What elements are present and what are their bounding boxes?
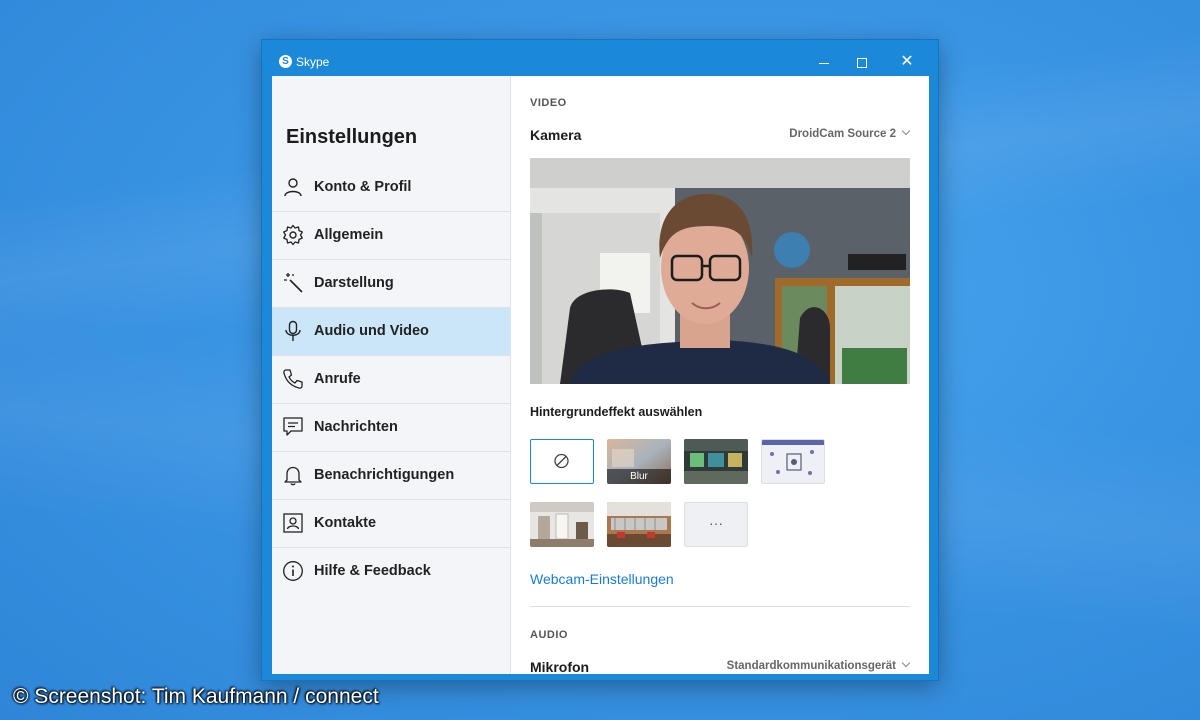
close-button[interactable]: ✕ — [887, 50, 927, 74]
sidebar-item-label: Anrufe — [314, 371, 361, 387]
camera-label: Kamera — [530, 127, 582, 143]
magic-wand-icon — [284, 273, 303, 293]
maximize-icon — [857, 58, 867, 69]
webcam-settings-link[interactable]: Webcam-Einstellungen — [530, 571, 674, 587]
effect-image-hall[interactable] — [530, 502, 594, 547]
more-effects-button[interactable]: ··· — [684, 502, 748, 547]
skype-window: S Skype ✕ Einstellungen Konto & Profil A… — [262, 40, 938, 680]
microphone-label: Mikrofon — [530, 659, 590, 674]
skype-logo-icon: S — [279, 55, 292, 68]
sidebar-item-konto[interactable]: Konto & Profil — [272, 164, 510, 212]
chevron-down-icon — [901, 126, 911, 136]
phone-icon — [283, 369, 303, 389]
sidebar-item-label: Audio und Video — [314, 323, 429, 339]
effect-image-office[interactable] — [684, 439, 748, 484]
chevron-down-icon — [901, 658, 911, 668]
video-section-heading: VIDEO — [530, 97, 567, 109]
background-effect-heading: Hintergrundeffekt auswählen — [530, 405, 703, 419]
maximize-button[interactable] — [842, 50, 882, 74]
effect-image-cafe[interactable] — [607, 502, 671, 547]
minimize-icon — [819, 62, 829, 64]
camera-select[interactable]: DroidCam Source 2 — [789, 126, 911, 140]
title-bar: S Skype ✕ — [262, 40, 938, 76]
effect-image-pattern[interactable] — [761, 439, 825, 484]
window-title: Skype — [296, 55, 330, 69]
camera-preview — [530, 158, 910, 384]
sidebar-item-label: Hilfe & Feedback — [314, 563, 431, 579]
pattern-thumbnail — [762, 440, 824, 483]
sidebar-item-label: Nachrichten — [314, 419, 398, 435]
page-title: Einstellungen — [286, 126, 418, 148]
hall-thumbnail — [530, 502, 594, 547]
minimize-button[interactable] — [804, 50, 844, 74]
sidebar-item-nachrichten[interactable]: Nachrichten — [272, 404, 510, 452]
sidebar-item-anrufe[interactable]: Anrufe — [272, 356, 510, 404]
settings-content: VIDEO Kamera DroidCam Source 2 Hintergru… — [510, 76, 929, 674]
effect-none[interactable] — [530, 439, 594, 484]
sidebar-item-kontakte[interactable]: Kontakte — [272, 500, 510, 548]
info-icon — [283, 561, 303, 581]
sidebar-item-audio-video[interactable]: Audio und Video — [272, 308, 510, 356]
gear-icon — [283, 224, 303, 246]
no-effect-icon — [554, 453, 569, 469]
message-icon — [283, 417, 303, 436]
sidebar-item-allgemein[interactable]: Allgemein — [272, 212, 510, 260]
microphone-icon — [285, 320, 301, 341]
sidebar-item-label: Allgemein — [314, 227, 384, 243]
camera-select-value: DroidCam Source 2 — [789, 128, 896, 140]
contact-card-icon — [283, 513, 303, 533]
sidebar-item-label: Benachrichtigungen — [314, 467, 455, 483]
sidebar-item-benachrichtigungen[interactable]: Benachrichtigungen — [272, 452, 510, 500]
sidebar-item-label: Darstellung — [314, 275, 394, 291]
office-thumbnail — [684, 439, 748, 484]
microphone-select-value: Standardkommunikationsgerät — [726, 660, 896, 672]
more-icon: ··· — [709, 515, 723, 531]
settings-sidebar: Einstellungen Konto & Profil Allgemein D… — [272, 76, 511, 674]
effect-label: Blur — [607, 469, 671, 484]
sidebar-item-label: Kontakte — [314, 515, 377, 531]
bell-icon — [284, 466, 302, 486]
close-icon: ✕ — [900, 53, 914, 70]
camera-preview-image — [530, 158, 910, 384]
microphone-select[interactable]: Standardkommunikationsgerät — [726, 658, 911, 672]
person-icon — [284, 178, 302, 197]
section-divider — [530, 606, 910, 607]
settings-client: Einstellungen Konto & Profil Allgemein D… — [272, 76, 929, 674]
effect-blur[interactable]: Blur — [607, 439, 671, 484]
cafe-thumbnail — [607, 502, 671, 547]
screenshot-credit: © Screenshot: Tim Kaufmann / connect — [13, 685, 379, 708]
audio-section-heading: AUDIO — [530, 629, 568, 641]
sidebar-item-hilfe[interactable]: Hilfe & Feedback — [272, 548, 510, 595]
sidebar-item-darstellung[interactable]: Darstellung — [272, 260, 510, 308]
sidebar-item-label: Konto & Profil — [314, 179, 412, 195]
